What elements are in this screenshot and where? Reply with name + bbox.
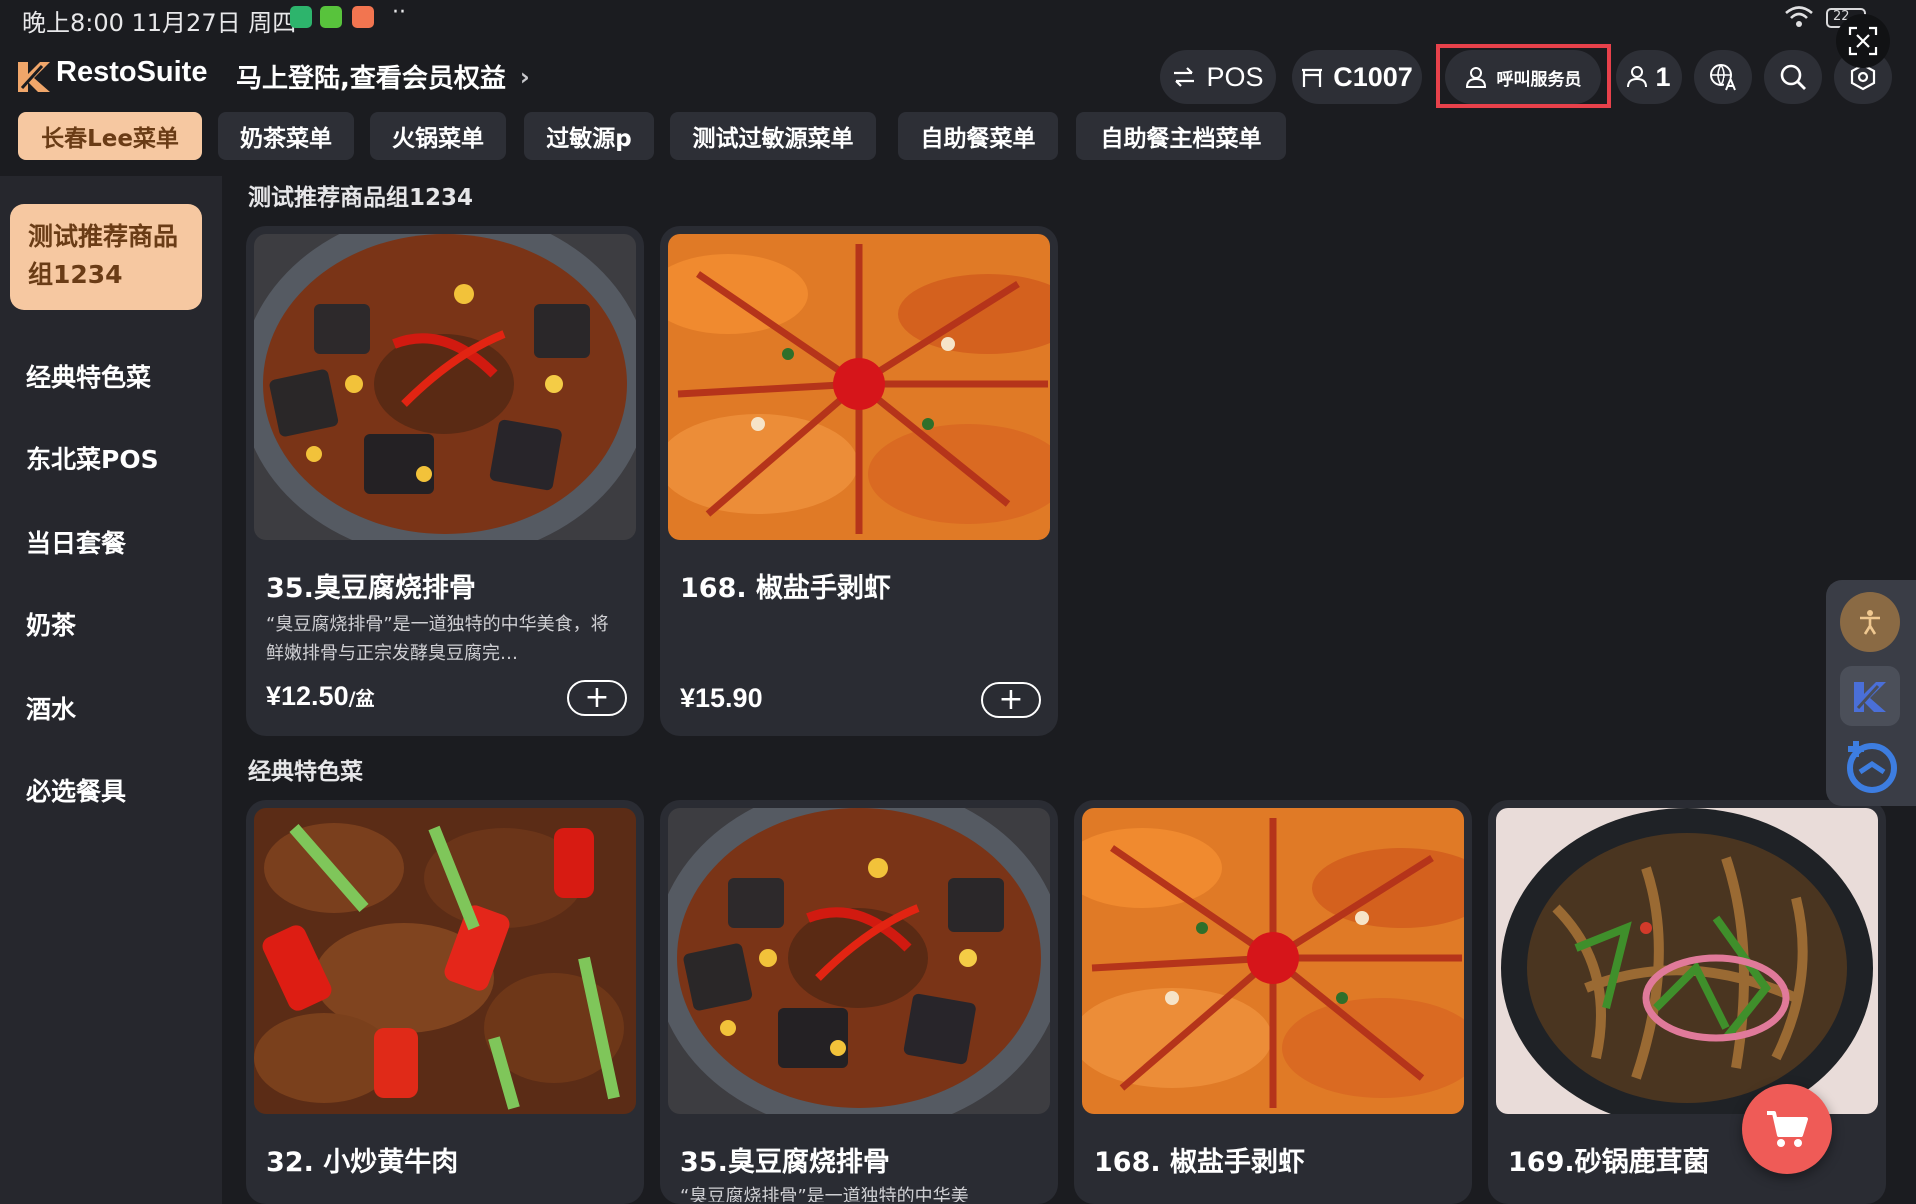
sidebar-item-test-recommended[interactable]: 测试推荐商品组1234 bbox=[10, 204, 202, 310]
section-title-classic: 经典特色菜 bbox=[248, 759, 363, 785]
restosuite-logo-icon bbox=[18, 62, 50, 92]
screen-record-button[interactable] bbox=[1840, 736, 1900, 796]
accessibility-icon bbox=[1860, 610, 1880, 635]
menu-tab-buffet-main[interactable]: 自助餐主档菜单 bbox=[1076, 112, 1286, 160]
add-to-cart-button[interactable]: + bbox=[567, 680, 627, 716]
table-number-button[interactable]: C1007 bbox=[1292, 50, 1422, 104]
language-button[interactable] bbox=[1694, 50, 1752, 104]
sidebar-item-milk-tea[interactable]: 奶茶 bbox=[26, 606, 76, 642]
product-card[interactable]: 35.臭豆腐烧排骨 “臭豆腐烧排骨”是一道独特的中华美食，将鲜嫩排骨与正宗发酵臭… bbox=[246, 226, 644, 736]
screenshot-tool-button[interactable] bbox=[1836, 14, 1890, 68]
restosuite-icon bbox=[1854, 682, 1886, 712]
sidebar-item-northeast-pos[interactable]: 东北菜POS bbox=[26, 440, 159, 476]
section-title-recommended: 测试推荐商品组1234 bbox=[248, 185, 474, 211]
product-name: 35.臭豆腐烧排骨 bbox=[680, 1147, 890, 1178]
product-description: “臭豆腐烧排骨”是一道独特的中华美 bbox=[680, 1186, 969, 1202]
call-waiter-button[interactable]: 呼叫服务员 bbox=[1445, 50, 1601, 104]
search-button[interactable] bbox=[1764, 50, 1822, 104]
table-label: C1007 bbox=[1333, 61, 1413, 92]
menu-tab-test-allergen[interactable]: 测试过敏源菜单 bbox=[670, 112, 876, 160]
brand-name: RestoSuite bbox=[56, 56, 208, 88]
sidebar-item-tableware[interactable]: 必选餐具 bbox=[26, 772, 126, 808]
price-value: ¥15.90 bbox=[680, 683, 763, 713]
status-time: 晚上8:00 11月27日 周四 bbox=[22, 9, 297, 37]
more-notifications: ·· bbox=[392, 0, 406, 25]
sidebar-item-classic-specialties[interactable]: 经典特色菜 bbox=[26, 358, 151, 394]
product-price: ¥15.90 bbox=[680, 683, 763, 714]
pos-label: POS bbox=[1206, 61, 1264, 92]
product-image-stew-pot bbox=[254, 234, 636, 540]
menu-tab-changchun-lee[interactable]: 长春Lee菜单 bbox=[18, 112, 202, 160]
menu-tab-allergen-p[interactable]: 过敏源p bbox=[524, 112, 654, 160]
product-card[interactable]: 168. 椒盐手剥虾 bbox=[1074, 800, 1472, 1204]
download-notification-icon bbox=[320, 6, 342, 28]
translate-icon bbox=[1710, 64, 1737, 91]
swap-icon bbox=[1174, 67, 1195, 87]
screenshot-icon bbox=[1848, 26, 1878, 56]
sidebar-item-daily-set[interactable]: 当日套餐 bbox=[26, 524, 126, 560]
person-icon bbox=[1627, 66, 1648, 88]
cart-icon bbox=[1767, 1111, 1808, 1147]
screen-record-icon bbox=[1847, 741, 1897, 793]
floating-tool-panel bbox=[1826, 580, 1916, 806]
login-prompt-text: 马上登陆,查看会员权益 bbox=[236, 64, 506, 94]
status-bar: 晚上8:00 11月27日 周四 ·· 22 bbox=[0, 0, 1916, 38]
guest-count: 1 bbox=[1655, 61, 1671, 92]
product-card[interactable]: 168. 椒盐手剥虾 ¥15.90 + bbox=[660, 226, 1058, 736]
product-card[interactable]: 32. 小炒黄牛肉 bbox=[246, 800, 644, 1204]
product-price: ¥12.50/盆 bbox=[266, 681, 375, 712]
product-name: 32. 小炒黄牛肉 bbox=[266, 1147, 459, 1178]
product-image-stew-pot bbox=[668, 808, 1050, 1114]
table-icon bbox=[1302, 68, 1323, 87]
header: RestoSuite 马上登陆,查看会员权益 › POS C1007 呼叫服务员… bbox=[0, 44, 1916, 110]
product-name: 168. 椒盐手剥虾 bbox=[1094, 1147, 1306, 1178]
menu-tab-hotpot[interactable]: 火锅菜单 bbox=[370, 112, 506, 160]
add-to-cart-button[interactable]: + bbox=[981, 682, 1041, 718]
accessibility-button[interactable] bbox=[1840, 592, 1900, 652]
product-image-fried-shrimp bbox=[668, 234, 1050, 540]
wifi-icon bbox=[1785, 6, 1813, 27]
restosuite-shortcut-button[interactable] bbox=[1840, 666, 1900, 726]
switch-pos-button[interactable]: POS bbox=[1160, 50, 1276, 104]
search-icon bbox=[1780, 64, 1806, 90]
product-card[interactable]: 35.臭豆腐烧排骨 “臭豆腐烧排骨”是一道独特的中华美 bbox=[660, 800, 1058, 1204]
chevron-right-icon: › bbox=[519, 62, 530, 91]
call-waiter-label: 呼叫服务员 bbox=[1496, 69, 1582, 90]
app-window: 晚上8:00 11月27日 周四 ·· 22 RestoSuite 马上登陆,查… bbox=[0, 0, 1916, 1204]
product-image-fried-shrimp bbox=[1082, 808, 1464, 1114]
product-name: 35.臭豆腐烧排骨 bbox=[266, 573, 476, 604]
category-sidebar: 测试推荐商品组1234 经典特色菜 东北菜POS 当日套餐 奶茶 酒水 必选餐具 bbox=[0, 176, 222, 1204]
app-notification-icon bbox=[290, 6, 312, 28]
menu-tab-buffet[interactable]: 自助餐菜单 bbox=[898, 112, 1058, 160]
product-image-mushroom-claypot bbox=[1496, 808, 1878, 1114]
member-login-link[interactable]: 马上登陆,查看会员权益 › bbox=[236, 58, 530, 95]
cart-button[interactable] bbox=[1742, 1084, 1832, 1174]
product-name: 169.砂锅鹿茸菌 bbox=[1508, 1147, 1710, 1178]
product-image-stir-fry-beef bbox=[254, 808, 636, 1114]
price-unit: /盆 bbox=[348, 688, 375, 710]
sidebar-item-drinks[interactable]: 酒水 bbox=[26, 690, 76, 726]
menu-tab-milk-tea[interactable]: 奶茶菜单 bbox=[218, 112, 354, 160]
guest-count-button[interactable]: 1 bbox=[1616, 50, 1682, 104]
product-description: “臭豆腐烧排骨”是一道独特的中华美食，将鲜嫩排骨与正宗发酵臭豆腐完… bbox=[266, 614, 609, 664]
shop-notification-icon bbox=[352, 6, 374, 28]
product-name: 168. 椒盐手剥虾 bbox=[680, 573, 892, 604]
price-value: ¥12.50 bbox=[266, 681, 349, 711]
service-bell-icon bbox=[1465, 67, 1486, 88]
